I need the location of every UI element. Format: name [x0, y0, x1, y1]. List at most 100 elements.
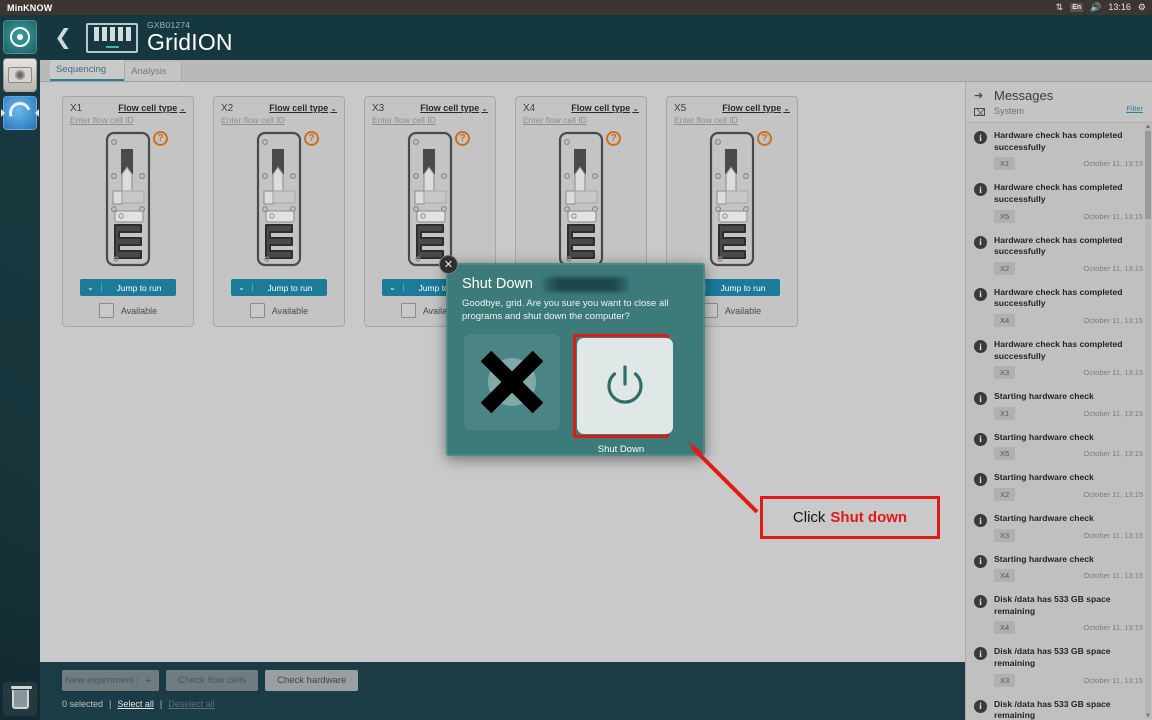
- message-timestamp: October 11, 13:15: [1083, 408, 1143, 418]
- message-text: Disk /data has 533 GB space remaining: [994, 646, 1111, 668]
- selection-meta: 0 selected | Select all | Deselect all: [62, 699, 965, 709]
- available-checkbox[interactable]: [98, 303, 114, 318]
- flow-cell-position-id: X5: [674, 103, 687, 114]
- chevron-down-icon: ⌄: [179, 104, 186, 113]
- info-icon: i: [974, 514, 987, 527]
- os-top-panel: MinKNOW ⇅ En 🔊 13:16 ⚙: [0, 0, 1152, 15]
- message-item[interactable]: i Hardware check has completed successful…: [966, 332, 1152, 384]
- clock[interactable]: 13:16: [1108, 3, 1131, 12]
- scroll-up-icon[interactable]: ▲: [1145, 124, 1151, 130]
- available-checkbox[interactable]: [249, 303, 265, 318]
- flow-cell-type-dropdown[interactable]: Flow cell type ⌄: [571, 103, 639, 113]
- cancel-action[interactable]: [464, 333, 560, 455]
- select-all-link[interactable]: Select all: [117, 699, 154, 709]
- tab-sequencing[interactable]: Sequencing: [50, 60, 125, 81]
- message-item[interactable]: i Hardware check has completed successful…: [966, 228, 1152, 280]
- shutdown-tile[interactable]: [577, 337, 673, 434]
- flow-cell-type-label: Flow cell type: [722, 103, 782, 113]
- messages-title: Messages: [994, 88, 1054, 103]
- flow-cell-id-input[interactable]: Enter flow cell ID: [221, 115, 337, 125]
- flow-cell-position-id: X1: [70, 103, 83, 114]
- jump-to-run-button[interactable]: ⌄ Jump to run: [231, 279, 327, 296]
- message-position-chip: X1: [994, 157, 1016, 171]
- minknow-icon[interactable]: [3, 96, 37, 130]
- keyboard-language-indicator[interactable]: En: [1070, 3, 1084, 12]
- message-item[interactable]: i Starting hardware check X1 October 11, 13…: [966, 384, 1152, 425]
- camera-icon[interactable]: [3, 58, 37, 92]
- messages-subtitle: System: [994, 105, 1025, 116]
- messages-header: ➔ Messages System Filter: [966, 82, 1152, 123]
- shutdown-action[interactable]: Shut Down: [573, 333, 673, 455]
- back-chevron-icon[interactable]: ❮: [46, 25, 80, 50]
- info-icon: i: [974, 287, 987, 301]
- meta-separator-2: |: [159, 699, 163, 709]
- flow-cell-card[interactable]: X1 Flow cell type ⌄ Enter flow cell ID? ⌄ Jum…: [62, 96, 194, 327]
- flow-cell-type-dropdown[interactable]: Flow cell type ⌄: [269, 103, 337, 113]
- system-tray: ⇅ En 🔊 13:16 ⚙: [1056, 3, 1152, 12]
- message-item[interactable]: iDisk /data has 533 GB space remainingX2…: [966, 692, 1152, 720]
- question-mark-icon[interactable]: ?: [606, 131, 621, 146]
- volume-icon[interactable]: 🔊: [1090, 3, 1101, 12]
- message-item[interactable]: i Starting hardware check X4 October 11, 13…: [966, 547, 1152, 588]
- messages-scrollbar[interactable]: ▲ ▼: [1145, 124, 1151, 719]
- available-label: Available: [724, 305, 762, 316]
- message-item[interactable]: i Disk /data has 533 GB space remaining X3…: [966, 639, 1152, 691]
- messages-list[interactable]: ▲ ▼ i Hardware check has completed succes…: [966, 122, 1152, 720]
- message-position-chip: X4: [994, 569, 1016, 583]
- info-icon: i: [974, 235, 987, 249]
- available-checkbox[interactable]: [400, 303, 416, 318]
- message-item[interactable]: i Starting hardware check X3 October 11, 13…: [966, 506, 1152, 547]
- check-flow-cells-button[interactable]: Check flow cells: [166, 670, 259, 691]
- question-mark-icon[interactable]: ?: [757, 131, 772, 146]
- trash-icon[interactable]: [3, 682, 37, 716]
- message-timestamp: October 11, 13:15: [1083, 368, 1143, 378]
- question-mark-icon[interactable]: ?: [455, 131, 470, 146]
- message-item[interactable]: i Starting hardware check X2 October 11, 13…: [966, 465, 1152, 506]
- arrow-right-icon[interactable]: ➔: [974, 91, 985, 102]
- message-timestamp: October 11, 13:15: [1083, 159, 1143, 169]
- gridion-device-icon: [86, 22, 138, 53]
- cancel-tile[interactable]: [464, 333, 560, 430]
- check-hardware-button[interactable]: Check hardware: [265, 670, 359, 691]
- flow-cell-type-label: Flow cell type: [269, 103, 329, 113]
- deselect-all-link[interactable]: Deselect all: [168, 699, 215, 709]
- ubuntu-dash-icon[interactable]: [3, 20, 37, 54]
- flow-cell-id-input[interactable]: Enter flow cell ID: [70, 115, 186, 125]
- question-mark-icon[interactable]: ?: [304, 131, 319, 146]
- message-item[interactable]: i Disk /data has 533 GB space remaining X4…: [966, 587, 1152, 639]
- message-text: Hardware check has completed successfull…: [994, 234, 1123, 257]
- message-item[interactable]: i Hardware check has completed successful…: [966, 280, 1152, 332]
- new-experiment-button[interactable]: New experiment +: [62, 670, 159, 691]
- flow-cell-id-input[interactable]: Enter flow cell ID: [523, 115, 639, 125]
- messages-panel: ➔ Messages System Filter ▲ ▼ i Hardware …: [965, 82, 1152, 720]
- flow-cell-type-dropdown[interactable]: Flow cell type ⌄: [722, 103, 790, 113]
- message-item[interactable]: i Hardware check has completed successful…: [966, 175, 1152, 227]
- flow-cell-card[interactable]: X2 Flow cell type ⌄ Enter flow cell ID? ⌄ Jum…: [213, 96, 345, 327]
- network-up-down-icon[interactable]: ⇅: [1056, 3, 1064, 12]
- question-mark-icon[interactable]: ?: [153, 131, 168, 146]
- os-app-menu-title[interactable]: MinKNOW: [0, 3, 52, 13]
- available-label: Available: [120, 305, 158, 316]
- flow-cell-graphic: [256, 131, 302, 267]
- info-icon: i: [974, 340, 987, 354]
- available-checkbox[interactable]: [702, 303, 718, 318]
- message-position-chip: X1: [994, 406, 1016, 420]
- tab-analysis[interactable]: Analysis: [124, 62, 182, 81]
- flow-cell-type-dropdown[interactable]: Flow cell type ⌄: [118, 103, 186, 113]
- jump-to-run-button[interactable]: ⌄ Jump to run: [80, 279, 176, 296]
- flow-cell-type-dropdown[interactable]: Flow cell type ⌄: [420, 103, 488, 113]
- message-timestamp: October 11, 13:15: [1083, 571, 1143, 581]
- info-icon: i: [974, 473, 987, 487]
- info-icon: i: [974, 432, 987, 446]
- flow-cell-id-input[interactable]: Enter flow cell ID: [372, 115, 488, 125]
- scroll-down-icon[interactable]: ▼: [1145, 713, 1151, 719]
- close-icon[interactable]: ✕: [439, 255, 458, 274]
- message-item[interactable]: i Starting hardware check X5 October 11, 13…: [966, 425, 1152, 466]
- message-item[interactable]: i Hardware check has completed successful…: [966, 123, 1152, 175]
- message-timestamp: October 11, 13:15: [1083, 263, 1143, 273]
- flow-cell-id-input[interactable]: Enter flow cell ID: [674, 115, 790, 125]
- flow-cell-graphic: [709, 131, 755, 267]
- envelope-icon[interactable]: [974, 108, 986, 116]
- gear-icon[interactable]: ⚙: [1138, 3, 1146, 12]
- messages-filter-link[interactable]: Filter: [1126, 104, 1143, 113]
